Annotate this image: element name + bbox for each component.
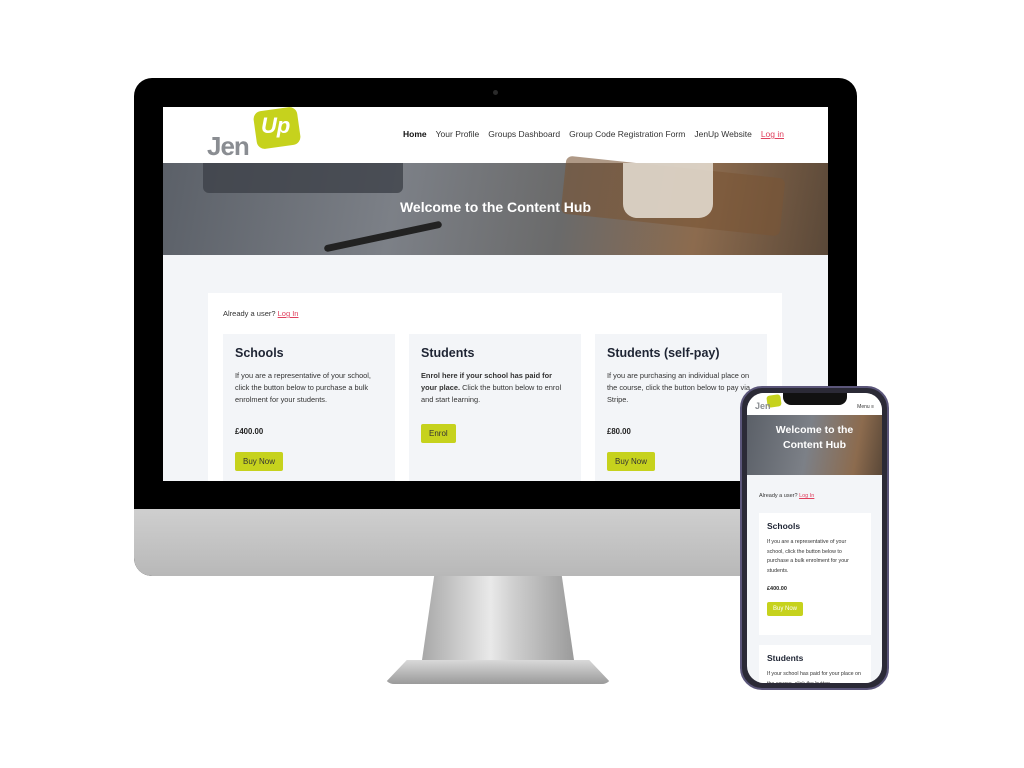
hamburger-icon: ≡ xyxy=(871,404,874,410)
product-desc: If you are purchasing an individual plac… xyxy=(607,371,750,404)
already-user-text: Already a user? Log In xyxy=(223,309,298,318)
mobile-phone: Jen Menu ≡ Welcome to the Content Hub Al… xyxy=(740,386,889,690)
stand-base xyxy=(384,660,612,684)
hero-banner: Welcome to the Content Hub xyxy=(163,155,828,255)
login-link[interactable]: Log In xyxy=(278,309,299,318)
mobile-screen: Jen Menu ≡ Welcome to the Content Hub Al… xyxy=(747,393,882,683)
product-desc: If you are a representative of your scho… xyxy=(767,539,849,574)
content-card: Already a user? Log In Schools If you ar… xyxy=(208,293,782,481)
mobile-card-schools: Schools If you are a representative of y… xyxy=(759,513,871,635)
mobile-logo[interactable]: Jen xyxy=(755,401,771,411)
phone-notch xyxy=(783,393,847,405)
product-title: Schools xyxy=(767,521,801,531)
menu-label: Menu xyxy=(857,404,870,410)
buy-now-button[interactable]: Buy Now xyxy=(235,452,284,471)
hero-pen-image xyxy=(323,220,443,253)
nav-home[interactable]: Home xyxy=(403,129,427,139)
mobile-hero-title: Welcome to the Content Hub xyxy=(775,424,854,451)
product-desc: If you are a representative of your scho… xyxy=(235,371,371,404)
nav-group-code-form[interactable]: Group Code Registration Form xyxy=(569,129,685,139)
product-card-students: Students Enrol here if your school has p… xyxy=(409,334,581,481)
buy-now-button[interactable]: Buy Now xyxy=(767,602,804,616)
hero-title: Welcome to the Content Hub xyxy=(399,199,592,215)
nav-jenup-website[interactable]: JenUp Website xyxy=(694,129,751,139)
product-title: Schools xyxy=(235,346,284,360)
product-title: Students xyxy=(767,653,804,663)
already-user-label: Already a user? xyxy=(759,493,798,499)
site-header: Up Jen Home Your Profile Groups Dashboar… xyxy=(163,107,828,163)
main-nav: Home Your Profile Groups Dashboard Group… xyxy=(403,129,784,139)
logo-badge-text: Up xyxy=(261,113,291,138)
logo-text: Jen xyxy=(207,131,250,161)
product-title: Students (self-pay) xyxy=(607,346,720,360)
mobile-hero: Welcome to the Content Hub xyxy=(747,415,882,475)
product-price: £80.00 xyxy=(607,427,631,436)
mobile-already-user: Already a user? Log In xyxy=(759,493,814,499)
nav-groups-dashboard[interactable]: Groups Dashboard xyxy=(488,129,560,139)
nav-your-profile[interactable]: Your Profile xyxy=(436,129,480,139)
already-user-label: Already a user? xyxy=(223,309,276,318)
monitor-stand xyxy=(384,576,612,684)
nav-login[interactable]: Log in xyxy=(761,129,784,139)
product-price: £400.00 xyxy=(235,427,264,436)
desktop-screen: Up Jen Home Your Profile Groups Dashboar… xyxy=(163,107,828,481)
mobile-card-students: Students If your school has paid for you… xyxy=(759,645,871,683)
mobile-login-link[interactable]: Log In xyxy=(799,493,814,499)
enrol-button[interactable]: Enrol xyxy=(421,424,456,443)
product-card-schools: Schools If you are a representative of y… xyxy=(223,334,395,481)
stand-neck xyxy=(422,576,574,660)
product-price: £400.00 xyxy=(767,586,787,592)
buy-now-button[interactable]: Buy Now xyxy=(607,452,656,471)
product-desc: Enrol here if your school has paid for y… xyxy=(421,370,569,406)
mobile-menu-button[interactable]: Menu ≡ xyxy=(857,404,874,410)
camera xyxy=(493,90,498,95)
jenup-logo[interactable]: Up Jen xyxy=(207,107,303,163)
product-title: Students xyxy=(421,346,475,360)
product-desc: If your school has paid for your place o… xyxy=(767,671,861,683)
